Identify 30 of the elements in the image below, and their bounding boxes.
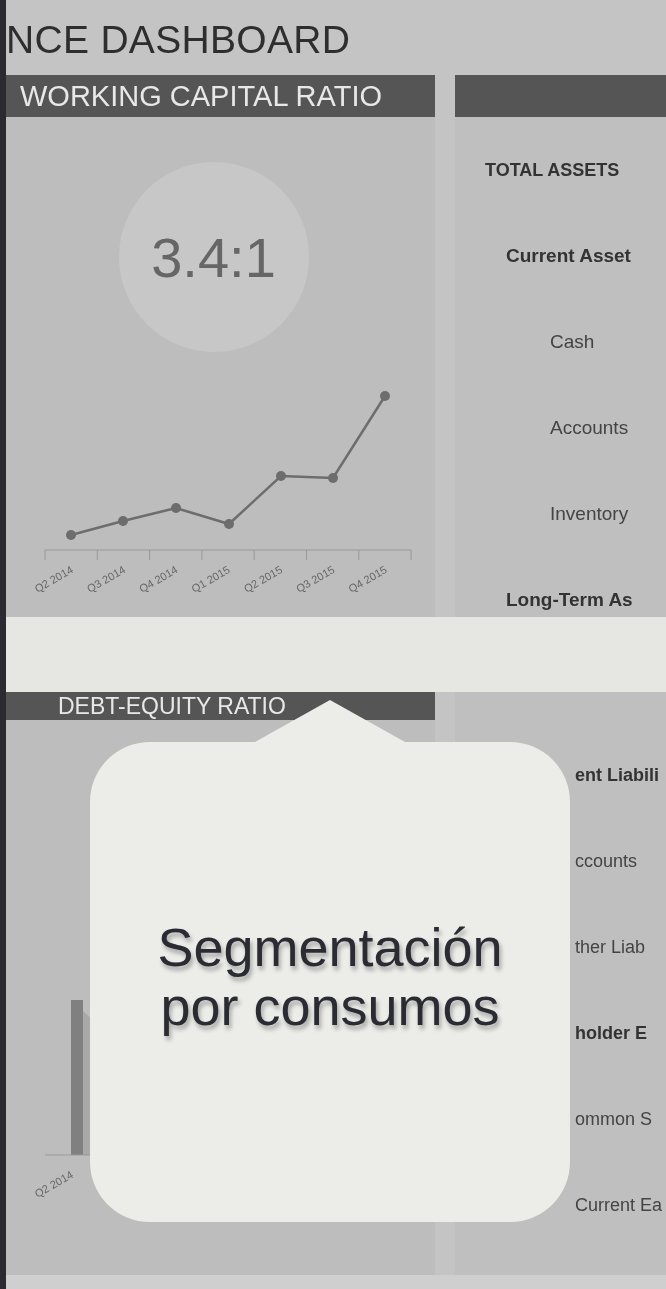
dashboard-title: NCE DASHBOARD xyxy=(6,16,351,62)
data-point xyxy=(224,519,234,529)
axis-label: Q2 2014 xyxy=(32,563,75,595)
list-item: Cash xyxy=(549,330,596,354)
axis-label: Q3 2014 xyxy=(84,563,128,595)
list-item: Accounts xyxy=(549,416,630,440)
data-point xyxy=(66,530,76,540)
group-label: Long-Term As xyxy=(505,588,634,612)
data-point xyxy=(380,391,390,401)
group-label: ent Liabili xyxy=(574,763,660,787)
list-item: ommon S xyxy=(574,1107,654,1131)
axis-label: Q2 2014 xyxy=(32,1168,75,1200)
panel-header: WORKING CAPITAL RATIO xyxy=(6,75,435,117)
axis-label: Q2 2015 xyxy=(241,563,285,595)
axis-label: Q1 2015 xyxy=(189,563,232,595)
list-item: Current Ea xyxy=(574,1193,664,1217)
data-point xyxy=(118,516,128,526)
data-point xyxy=(276,471,286,481)
data-point xyxy=(171,503,181,513)
section-heading: TOTAL ASSETS xyxy=(484,158,621,182)
ratio-value: 3.4:1 xyxy=(118,162,309,352)
data-point xyxy=(328,473,338,483)
axis-label: Q4 2014 xyxy=(137,563,180,595)
axis-label: Q4 2015 xyxy=(346,563,389,595)
tooltip-text: Segmentación por consumos xyxy=(157,917,503,1037)
axis-label: Q3 2015 xyxy=(293,563,337,595)
list-item: Inventory xyxy=(549,502,630,526)
list-item: ccounts xyxy=(574,849,639,873)
group-label: Current Asset xyxy=(505,244,632,268)
panel-header: DEBT-EQUITY RATIO xyxy=(6,692,435,720)
